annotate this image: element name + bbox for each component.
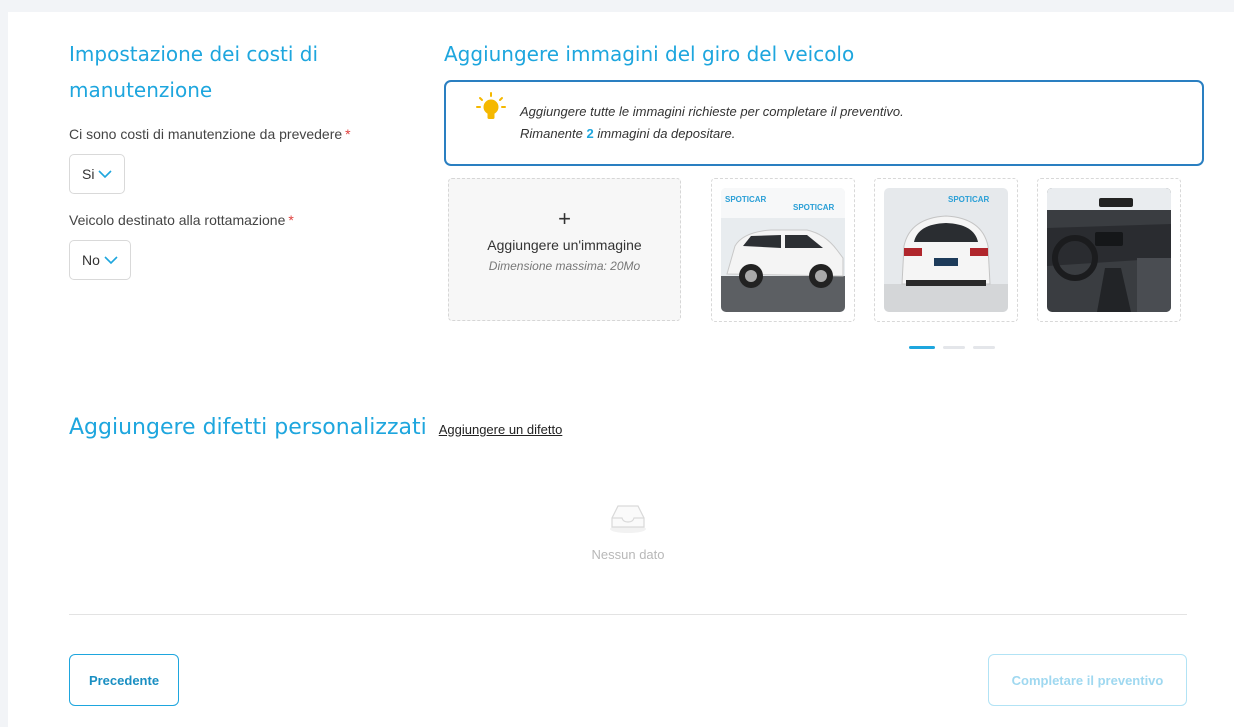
maintenance-costs-value: Si bbox=[82, 166, 95, 182]
maintenance-costs-label: Ci sono costi di manutenzione da prevede… bbox=[69, 126, 351, 142]
carousel-dot-1[interactable] bbox=[909, 346, 935, 349]
image-gallery: + Aggiungere un'immagine Dimensione mass… bbox=[444, 178, 1204, 349]
info-line-2: Rimanente 2 immagini da depositare. bbox=[520, 126, 736, 141]
lightbulb-icon bbox=[476, 92, 506, 119]
carousel-dot-3[interactable] bbox=[973, 346, 995, 349]
maintenance-costs-select[interactable]: Si bbox=[69, 154, 126, 194]
svg-text:SPOTICAR: SPOTICAR bbox=[793, 203, 835, 212]
empty-state: Nessun dato bbox=[568, 500, 688, 562]
scrap-label: Veicolo destinato alla rottamazione * bbox=[69, 212, 294, 228]
car-side-image: SPOTICAR SPOTICAR bbox=[721, 188, 845, 312]
main-card: Impostazione dei costi di manutenzione C… bbox=[8, 12, 1234, 727]
images-title: Aggiungere immagini del giro del veicolo bbox=[444, 42, 855, 66]
images-section: Aggiungere immagini del giro del veicolo… bbox=[444, 36, 1204, 349]
plus-icon: + bbox=[558, 206, 571, 231]
carousel-dot-2[interactable] bbox=[943, 346, 965, 349]
divider bbox=[69, 614, 1187, 615]
maintenance-title: Impostazione dei costi di manutenzione bbox=[69, 42, 319, 102]
chevron-down-icon bbox=[98, 170, 113, 179]
empty-text: Nessun dato bbox=[591, 547, 665, 562]
add-image-button[interactable]: + Aggiungere un'immagine Dimensione mass… bbox=[448, 178, 681, 321]
car-rear-image: SPOTICAR bbox=[884, 188, 1008, 312]
car-interior-photo[interactable] bbox=[1037, 178, 1181, 322]
add-image-hint: Dimensione massima: 20Mo bbox=[488, 259, 641, 273]
defects-title: Aggiungere difetti personalizzati bbox=[69, 415, 427, 440]
defects-header: Aggiungere difetti personalizzati Aggiun… bbox=[69, 410, 562, 446]
required-asterisk: * bbox=[288, 212, 294, 228]
svg-text:SPOTICAR: SPOTICAR bbox=[948, 195, 990, 204]
add-defect-link[interactable]: Aggiungere un difetto bbox=[439, 422, 563, 437]
car-rear-photo[interactable]: SPOTICAR bbox=[874, 178, 1018, 322]
add-image-label: Aggiungere un'immagine bbox=[487, 237, 642, 253]
scrap-select[interactable]: No bbox=[69, 240, 131, 280]
svg-text:SPOTICAR: SPOTICAR bbox=[725, 195, 767, 204]
info-box: Aggiungere tutte le immagini richieste p… bbox=[444, 80, 1204, 166]
empty-inbox-icon bbox=[610, 505, 646, 533]
info-line-1: Aggiungere tutte le immagini richieste p… bbox=[520, 104, 904, 119]
car-interior-image bbox=[1047, 188, 1171, 312]
previous-button[interactable]: Precedente bbox=[69, 654, 179, 706]
car-side-photo[interactable]: SPOTICAR SPOTICAR bbox=[711, 178, 855, 322]
chevron-down-icon bbox=[104, 256, 118, 265]
required-asterisk: * bbox=[345, 126, 351, 142]
remaining-count: 2 bbox=[586, 126, 594, 141]
info-text: Aggiungere tutte le immagini richieste p… bbox=[520, 101, 904, 145]
carousel-pagination bbox=[909, 346, 995, 349]
scrap-value: No bbox=[82, 252, 100, 268]
complete-quote-button[interactable]: Completare il preventivo bbox=[988, 654, 1187, 706]
maintenance-section: Impostazione dei costi di manutenzione C… bbox=[69, 36, 399, 280]
